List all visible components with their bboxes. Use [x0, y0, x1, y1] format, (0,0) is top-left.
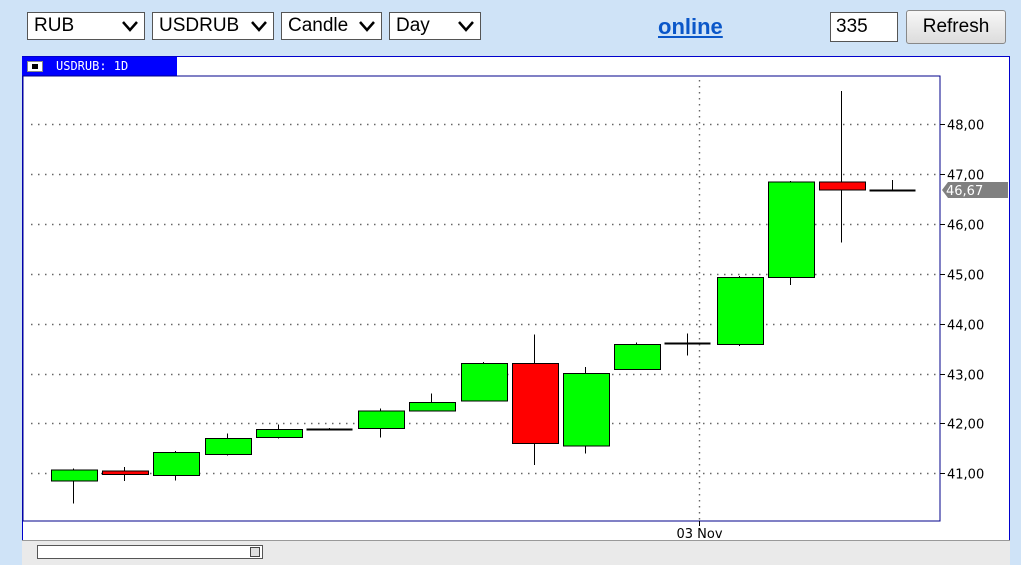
candles: [51, 91, 916, 504]
candle-body: [153, 452, 200, 476]
candle: [409, 393, 456, 412]
candle: [563, 367, 610, 454]
candle-body: [768, 181, 815, 278]
candle: [153, 451, 200, 481]
candle: [306, 428, 353, 431]
y-axis: 41,00 42,00 43,00 44,00 45,00 46,00 47,00 48,00: [940, 119, 984, 483]
y-tick-label: 44,00: [947, 319, 984, 334]
y-tick-label: 48,00: [947, 119, 984, 134]
candle: [869, 180, 916, 192]
y-tick-label: 47,00: [947, 169, 984, 184]
candle: [51, 468, 98, 504]
candle: [768, 181, 815, 285]
y-tick-label: 42,00: [947, 418, 984, 433]
candle: [717, 276, 764, 346]
candle: [205, 433, 252, 456]
candle: [102, 467, 149, 481]
last-price-marker: 46,67: [942, 182, 1008, 199]
candle-body: [461, 363, 508, 402]
last-price-label: 46,67: [946, 184, 983, 199]
candle-body: [51, 469, 98, 482]
candle-body: [717, 277, 764, 345]
candle-body: [614, 344, 661, 370]
y-tick-label: 46,00: [947, 219, 984, 234]
candle-body: [409, 402, 456, 412]
candle-body: [563, 373, 610, 447]
candle-body: [205, 438, 252, 455]
y-tick-label: 45,00: [947, 269, 984, 284]
scrollbar-handle[interactable]: [250, 547, 260, 557]
y-tick-label: 43,00: [947, 369, 984, 384]
x-axis: 03 Nov: [676, 521, 723, 542]
candle-body: [819, 181, 866, 191]
candle: [256, 424, 303, 439]
candle: [461, 362, 508, 402]
candle: [664, 333, 711, 356]
candle: [614, 342, 661, 370]
candle: [512, 334, 559, 465]
chart-scrollbar[interactable]: [37, 545, 263, 559]
y-tick-label: 41,00: [947, 468, 984, 483]
candlestick-chart: 41,00 42,00 43,00 44,00 45,00 46,00 47,00 48,00…: [22, 75, 1008, 542]
candle-body: [512, 363, 559, 444]
candle: [819, 91, 866, 243]
candle: [358, 408, 405, 438]
candle-body: [102, 470, 149, 475]
candle-body: [358, 410, 405, 429]
candle-body: [256, 429, 303, 438]
